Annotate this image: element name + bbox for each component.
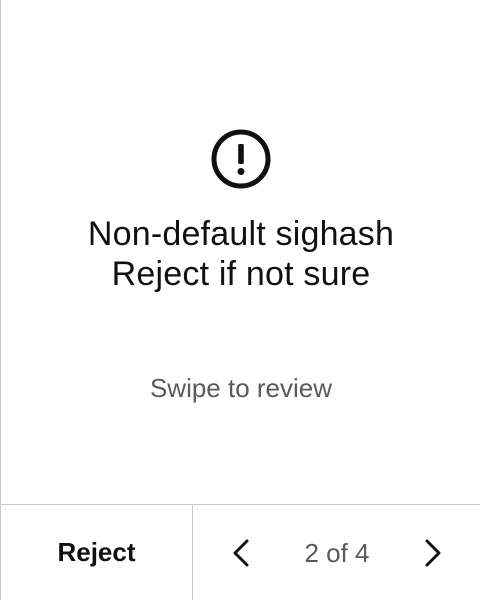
review-content[interactable]: Non-default sighash Reject if not sure S… <box>1 0 480 504</box>
reject-button[interactable]: Reject <box>1 505 193 600</box>
previous-page-button[interactable] <box>223 533 263 573</box>
warning-message: Non-default sighash Reject if not sure <box>1 214 480 294</box>
next-page-button[interactable] <box>411 533 451 573</box>
review-screen: Non-default sighash Reject if not sure S… <box>0 0 480 600</box>
warning-title: Non-default sighash <box>87 215 395 253</box>
swipe-hint: Swipe to review <box>149 373 333 403</box>
footer-bar: Reject 2 of 4 <box>1 504 480 600</box>
exclamation-circle-icon <box>211 129 271 189</box>
chevron-left-icon <box>233 539 249 567</box>
pager: 2 of 4 <box>193 505 480 600</box>
chevron-right-icon <box>425 539 441 567</box>
page-indicator: 2 of 4 <box>304 538 370 568</box>
warning-subtitle: Reject if not sure <box>111 255 371 293</box>
